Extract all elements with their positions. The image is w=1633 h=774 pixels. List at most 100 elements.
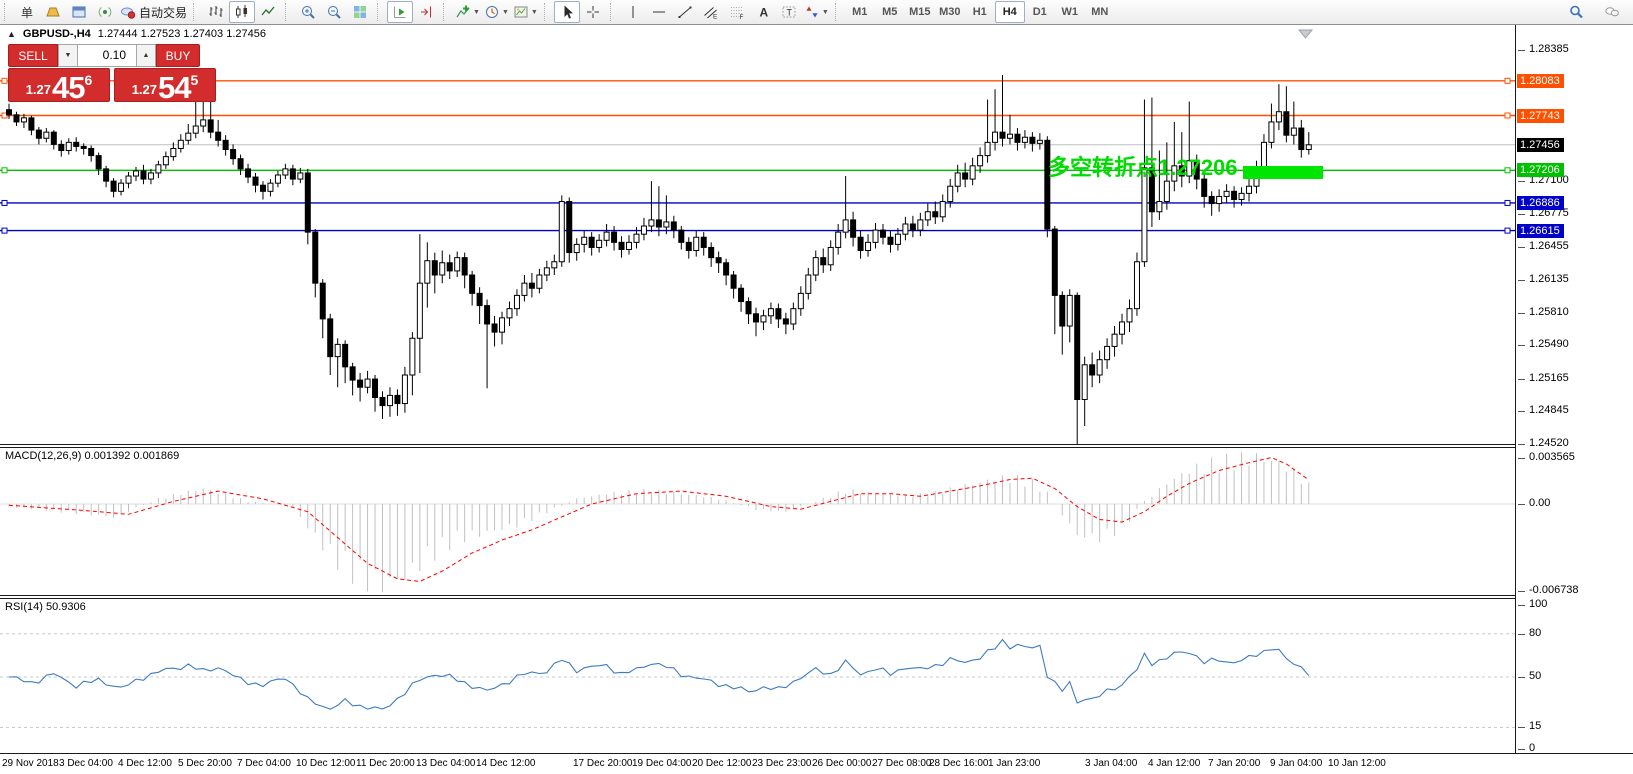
time-label: 7 Dec 04:00 (237, 758, 291, 769)
time-label: 3 Dec 04:00 (59, 758, 113, 769)
volume-increase-button[interactable]: ▲ (136, 44, 156, 67)
fibonacci-button[interactable]: F (724, 1, 750, 23)
periods-button[interactable]: ▼ (482, 1, 511, 23)
rsi-tick-50: 50 (1529, 670, 1541, 682)
timeframe-d1-button[interactable]: D1 (1025, 1, 1055, 23)
toolbar-groups: 单自动交易▼▼▼EFAT▼M1M5M15M30H1H4D1W1MN (0, 1, 1115, 23)
chart-ohlc-values: 1.27444 1.27523 1.27403 1.27456 (98, 28, 266, 40)
templates-button[interactable]: ▼ (511, 1, 540, 23)
timeframe-m5-button[interactable]: M5 (875, 1, 905, 23)
svg-text:F: F (739, 14, 743, 20)
bars-icon (208, 4, 224, 20)
volume-decrease-button[interactable]: ▼ (58, 44, 78, 67)
timeframe-w1-button[interactable]: W1 (1055, 1, 1085, 23)
buy-price-base: 1.27 (132, 82, 157, 97)
auto-scroll-button[interactable] (387, 1, 413, 23)
price-tick-1.24845: 1.24845 (1529, 404, 1569, 416)
one-click-top-row: SELL ▼ 0.10 ▲ BUY (8, 44, 216, 67)
buy-price-big: 54 (158, 74, 190, 101)
channel-button[interactable]: E (698, 1, 724, 23)
chart-profile-button[interactable] (40, 1, 66, 23)
zoom-out-button[interactable] (321, 1, 347, 23)
buy-button[interactable]: BUY (156, 44, 200, 67)
macd-label: MACD(12,26,9) 0.001392 0.001869 (5, 450, 179, 462)
arrows-button[interactable]: ▼ (802, 1, 831, 23)
indicators-icon (455, 4, 471, 20)
price-tick-1.28385: 1.28385 (1529, 43, 1569, 55)
search-icon (1568, 4, 1584, 20)
toolbar: 单自动交易▼▼▼EFAT▼M1M5M15M30H1H4D1W1MN (0, 0, 1633, 25)
chat-button[interactable] (1599, 1, 1625, 23)
text-button[interactable]: A (750, 1, 776, 23)
time-label: 7 Jan 20:00 (1208, 758, 1260, 769)
timeframe-m1-button[interactable]: M1 (845, 1, 875, 23)
vline-icon (625, 4, 641, 20)
line-chart-button[interactable] (255, 1, 281, 23)
buy-price-sup: 5 (191, 72, 199, 88)
sell-button[interactable]: SELL (8, 44, 58, 67)
horizontal-line-button[interactable] (646, 1, 672, 23)
main-macd-divider[interactable] (0, 444, 1633, 448)
autotrade-icon (120, 4, 136, 20)
volume-input[interactable]: 0.10 (78, 44, 136, 67)
panel-collapse-icon[interactable]: ▲ (7, 29, 16, 39)
sell-price-button[interactable]: 1.27 45 6 (8, 68, 110, 102)
time-label: 3 Jan 04:00 (1085, 758, 1137, 769)
tile-icon (352, 4, 368, 20)
macd-rsi-divider[interactable] (0, 595, 1633, 599)
search-button[interactable] (1563, 1, 1589, 23)
rsi-tick-15: 15 (1529, 720, 1541, 732)
autotrading-button[interactable]: 自动交易 (118, 1, 189, 23)
text-label-button[interactable]: T (776, 1, 802, 23)
zoom-in-button[interactable] (295, 1, 321, 23)
time-label: 4 Dec 12:00 (118, 758, 172, 769)
time-label: 11 Dec 20:00 (356, 758, 415, 769)
price-line-badge-1.28083: 1.28083 (1517, 74, 1564, 88)
template-icon (513, 4, 529, 20)
tile-windows-button[interactable] (347, 1, 373, 23)
price-tick-1.26455: 1.26455 (1529, 240, 1569, 252)
time-label: 13 Dec 04:00 (416, 758, 476, 769)
linechart-icon (260, 4, 276, 20)
signals-button[interactable] (92, 1, 118, 23)
new-order-button[interactable]: 单 (14, 1, 40, 23)
one-click-trading-panel: SELL ▼ 0.10 ▲ BUY 1.27 45 6 1.27 54 5 (8, 44, 216, 102)
channel-icon: E (703, 4, 719, 20)
toolbar-right (1563, 1, 1625, 23)
autoscroll-icon (392, 4, 408, 20)
sell-price-sup: 6 (85, 72, 93, 88)
new-order-button-label: 单 (21, 4, 33, 21)
data-window-button[interactable] (66, 1, 92, 23)
trend-annotation-text[interactable]: 多空转折点1.27206 (1048, 150, 1238, 182)
crosshair-button[interactable] (580, 1, 606, 23)
indicators-button[interactable]: ▼ (453, 1, 482, 23)
buy-price-button[interactable]: 1.27 54 5 (114, 68, 216, 102)
trendline-button[interactable] (672, 1, 698, 23)
toolbar-separator (285, 3, 292, 21)
cursor-button[interactable] (554, 1, 580, 23)
folder-icon (45, 4, 61, 20)
timeframe-m15-button[interactable]: M15 (905, 1, 935, 23)
textA-icon: A (755, 4, 771, 20)
price-line-badge-1.27743: 1.27743 (1517, 109, 1564, 123)
one-click-price-row: 1.27 45 6 1.27 54 5 (8, 68, 216, 102)
chevron-down-icon: ▼ (531, 9, 538, 16)
price-axis: 1.283851.271001.267751.264551.261351.258… (1515, 24, 1633, 753)
shift-icon (418, 4, 434, 20)
candles-icon (234, 4, 250, 20)
timeframe-h1-button[interactable]: H1 (965, 1, 995, 23)
zoomin-icon (300, 4, 316, 20)
candlestick-chart-button[interactable] (229, 1, 255, 23)
chart-shift-button[interactable] (413, 1, 439, 23)
macd-tick-0.003565: 0.003565 (1529, 451, 1575, 463)
vertical-line-button[interactable] (620, 1, 646, 23)
timeframe-mn-button[interactable]: MN (1085, 1, 1115, 23)
time-label: 10 Dec 12:00 (296, 758, 356, 769)
macd-tick--0.006738: -0.006738 (1529, 584, 1579, 596)
timeframe-m30-button[interactable]: M30 (935, 1, 965, 23)
chart-title: GBPUSD-,H4 (23, 28, 91, 40)
time-label: 26 Dec 00:00 (812, 758, 872, 769)
cursor-icon (559, 4, 575, 20)
bar-chart-button[interactable] (203, 1, 229, 23)
timeframe-h4-button[interactable]: H4 (995, 1, 1025, 23)
